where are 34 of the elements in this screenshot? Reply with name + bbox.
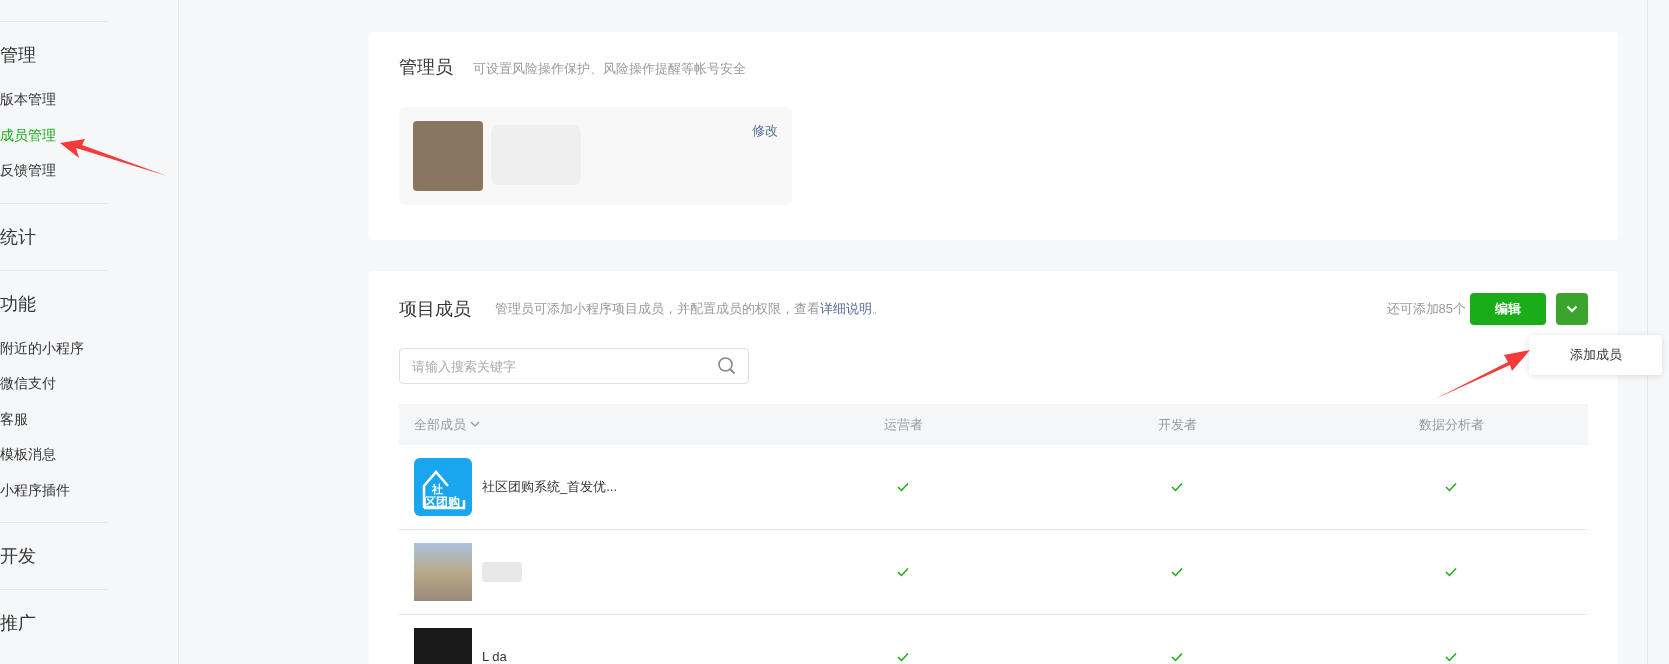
sidebar-item[interactable]: 客服 <box>0 401 108 437</box>
quota-text: 还可添加85个 <box>1386 300 1466 319</box>
sidebar-item[interactable]: 附近的小程序 <box>0 330 108 366</box>
sidebar-heading: 管理 <box>0 44 37 67</box>
logo-text: 区团购 <box>423 495 461 510</box>
sidebar-item[interactable]: 微信支付 <box>0 366 108 402</box>
search-icon <box>717 356 737 376</box>
menu-item[interactable]: 添加成员 <box>1569 345 1622 365</box>
section-title: 项目成员 <box>399 297 471 321</box>
dropdown-button[interactable] <box>1556 293 1588 325</box>
member-name: 社区团购系统_首发优... <box>482 478 618 497</box>
column-header: 数据分析者 <box>1417 415 1485 434</box>
chevron-down-icon <box>470 421 480 428</box>
sidebar-heading: 功能 <box>0 292 37 316</box>
edit-link[interactable]: 修改 <box>752 121 778 141</box>
section-description: 可设置风险操作保护、风险操作提醒等帐号安全 <box>473 60 746 78</box>
chevron-down-icon <box>1566 305 1578 313</box>
logo-text: 社 <box>431 484 444 495</box>
sidebar-item[interactable]: 小程序插件 <box>0 472 108 508</box>
search-field[interactable]: 请输入搜索关键字 <box>399 348 749 384</box>
photo-placeholder <box>413 121 483 191</box>
sidebar-heading: 推广 <box>0 612 37 635</box>
member-name: L da <box>482 648 507 664</box>
details-link[interactable]: 详细说明 <box>820 301 872 317</box>
sidebar-item[interactable]: 版本管理 <box>0 82 108 118</box>
sidebar-item[interactable]: 反馈管理 <box>0 153 108 189</box>
sidebar-heading: 开发 <box>0 545 37 568</box>
section-description: 管理员可添加小程序项目成员，并配置成员的权限，查看详细说明。 <box>495 300 885 319</box>
sidebar-item[interactable]: 模板消息 <box>0 437 108 473</box>
sidebar-heading: 统计 <box>0 225 37 249</box>
column-header: 开发者 <box>1156 415 1198 434</box>
photo-placeholder <box>414 543 472 601</box>
column-header: 运营者 <box>882 415 924 434</box>
section-title: 管理员 <box>399 56 453 79</box>
